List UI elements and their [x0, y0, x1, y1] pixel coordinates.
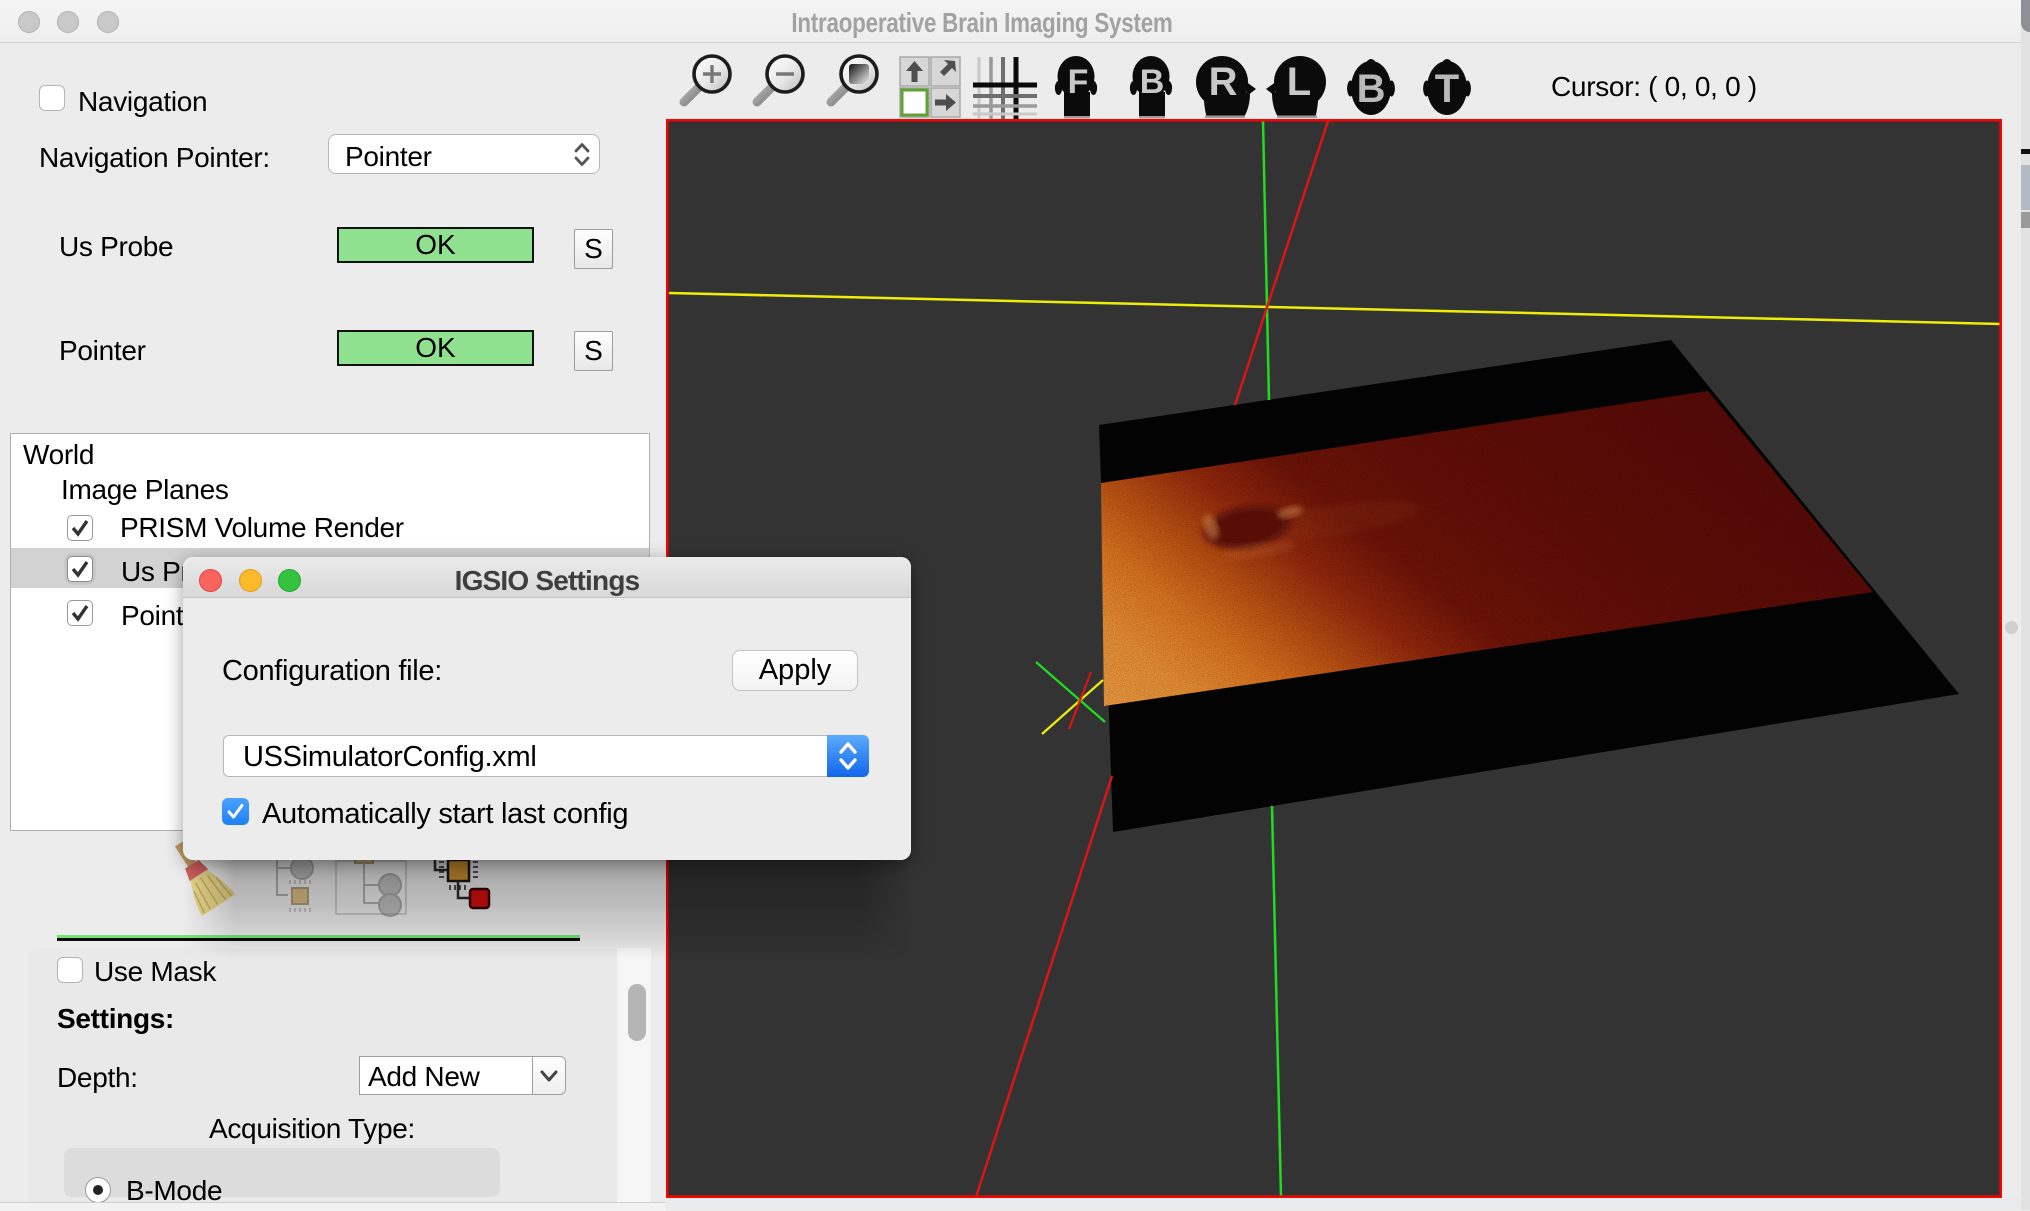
svg-text:T: T	[1435, 67, 1459, 111]
svg-text:R: R	[1209, 60, 1238, 104]
svg-text:B: B	[1357, 67, 1386, 111]
svg-text:F: F	[1068, 63, 1089, 101]
svg-text:B: B	[1140, 63, 1165, 101]
svg-text:L: L	[1287, 60, 1311, 104]
